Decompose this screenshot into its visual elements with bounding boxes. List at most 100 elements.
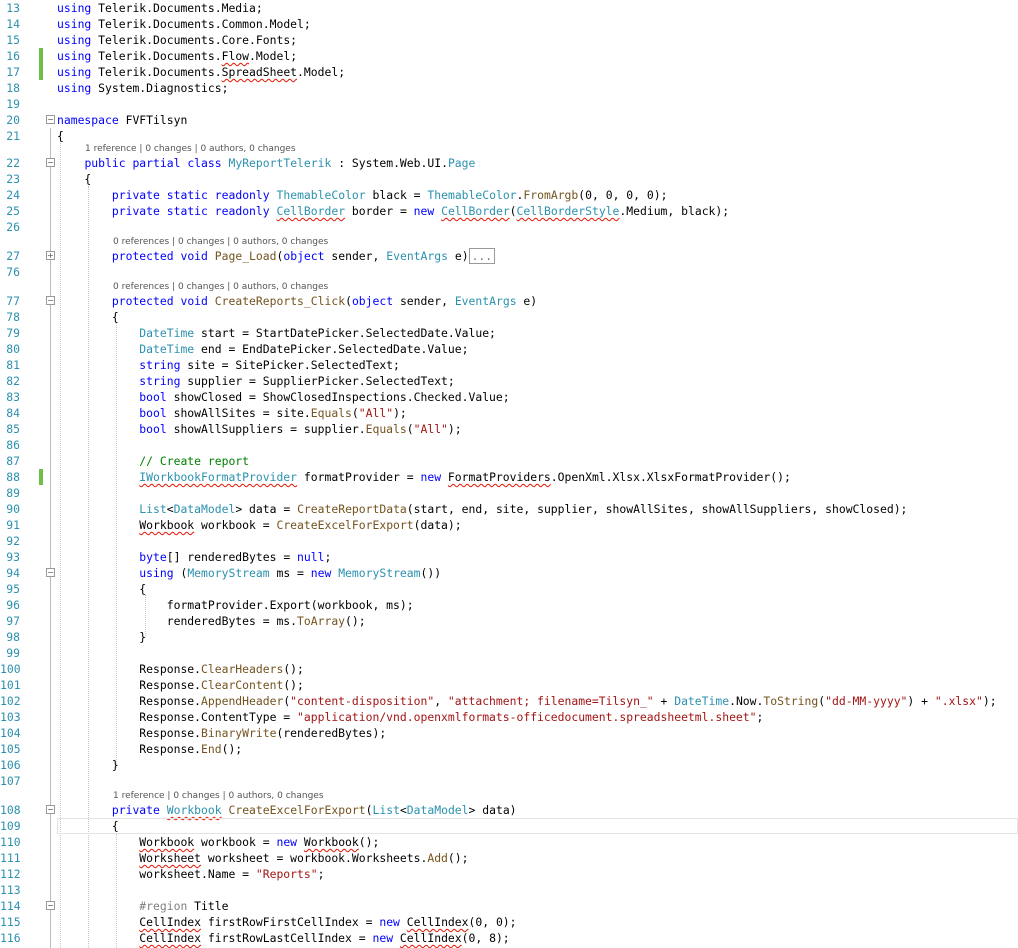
code-text: } [57, 630, 147, 644]
current-line-highlight [57, 818, 1018, 834]
line-number: 106 [0, 758, 21, 772]
line-number: 104 [0, 726, 21, 740]
line-number: 15 [6, 33, 20, 47]
code-line[interactable]: 16 using Telerik.Documents.Flow.Model; [0, 48, 1018, 64]
code-line[interactable]: 17 using Telerik.Documents.SpreadSheet.M… [0, 64, 1018, 80]
code-line[interactable]: 14 using Telerik.Documents.Common.Model; [0, 16, 1018, 32]
code-text: CellIndex firstRowLastCellIndex = new Ce… [139, 931, 510, 945]
code-line[interactable]: 91 Workbook workbook = CreateExcelForExp… [0, 517, 1018, 533]
code-line[interactable]: 92 [0, 533, 1018, 549]
code-line[interactable]: 104 Response.BinaryWrite(renderedBytes); [0, 725, 1018, 741]
code-line[interactable]: 83 bool showClosed = ShowClosedInspectio… [0, 389, 1018, 405]
code-text: private static readonly CellBorder borde… [111, 204, 730, 218]
code-line[interactable]: 97 renderedBytes = ms.ToArray(); [0, 613, 1018, 629]
code-text: using (MemoryStream ms = new MemoryStrea… [139, 566, 442, 580]
code-line[interactable]: 19 [0, 96, 1018, 112]
line-number: 112 [0, 867, 21, 881]
code-line[interactable]: 82 string supplier = SupplierPicker.Sele… [0, 373, 1018, 389]
line-number: 100 [0, 662, 21, 676]
code-line-current[interactable]: 109 { [0, 818, 1018, 834]
code-line[interactable]: 102 Response.AppendHeader("content-dispo… [0, 693, 1018, 709]
code-line[interactable]: 13 using Telerik.Documents.Media; [0, 0, 1018, 16]
code-line[interactable]: 78 { [0, 309, 1018, 325]
code-line[interactable]: 15 using Telerik.Documents.Core.Fonts; [0, 32, 1018, 48]
code-line[interactable]: 89 [0, 485, 1018, 501]
code-line[interactable]: 84 bool showAllSites = site.Equals("All"… [0, 405, 1018, 421]
code-line[interactable]: 20 − namespace FVFTilsyn [0, 112, 1018, 128]
code-line[interactable]: 116 CellIndex firstRowLastCellIndex = ne… [0, 930, 1018, 946]
code-line[interactable]: 95 { [0, 581, 1018, 597]
code-line[interactable]: 105 Response.End(); [0, 741, 1018, 757]
code-line[interactable]: 93 byte[] renderedBytes = null; [0, 549, 1018, 565]
code-text: protected void CreateReports_Click(objec… [111, 294, 538, 308]
code-line[interactable]: 106 } [0, 757, 1018, 773]
codelens-create-excel[interactable]: 1 reference | 0 changes | 0 authors, 0 c… [113, 789, 324, 803]
code-text: Response.ClearContent(); [57, 678, 304, 692]
collapse-toggle-icon[interactable]: − [46, 296, 55, 305]
code-line[interactable]: 87 // Create report [0, 453, 1018, 469]
code-text: using Telerik.Documents.Media; [57, 1, 263, 15]
code-text: // Create report [139, 454, 250, 468]
code-line[interactable]: 23 { [0, 171, 1018, 187]
code-line[interactable]: 96 formatProvider.Export(workbook, ms); [0, 597, 1018, 613]
collapse-toggle-icon[interactable]: − [46, 901, 55, 910]
collapse-toggle-icon[interactable]: − [46, 568, 55, 577]
code-line[interactable]: 113 [0, 882, 1018, 898]
code-line[interactable]: 101 Response.ClearContent(); [0, 677, 1018, 693]
code-line[interactable]: 26 [0, 219, 1018, 235]
code-line[interactable]: 107 [0, 773, 1018, 789]
code-line[interactable]: 80 DateTime end = EndDatePicker.Selected… [0, 341, 1018, 357]
code-line[interactable]: 94 − using (MemoryStream ms = new Memory… [0, 565, 1018, 581]
codelens-page-load[interactable]: 0 references | 0 changes | 0 authors, 0 … [113, 235, 328, 249]
line-number: 109 [0, 819, 21, 833]
code-text: Response.ContentType = "application/vnd.… [57, 710, 764, 724]
collapse-toggle-icon[interactable]: − [46, 158, 55, 167]
code-line[interactable]: 103 Response.ContentType = "application/… [0, 709, 1018, 725]
code-line[interactable]: 114 − #region Title [0, 898, 1018, 914]
code-line[interactable]: 27 + protected void Page_Load(object sen… [0, 248, 1018, 264]
code-line[interactable]: 22 − public partial class MyReportTeleri… [0, 155, 1018, 171]
code-line[interactable]: 88 IWorkbookFormatProvider formatProvide… [0, 469, 1018, 485]
line-number: 19 [6, 97, 20, 111]
code-text: using Telerik.Documents.Flow.Model; [57, 49, 298, 63]
line-number: 82 [6, 374, 20, 388]
collapsed-region-marker[interactable]: ... [468, 248, 496, 264]
code-line[interactable]: 18 using System.Diagnostics; [0, 80, 1018, 96]
code-line[interactable]: 25 private static readonly CellBorder bo… [0, 203, 1018, 219]
code-text: DateTime end = EndDatePicker.SelectedDat… [139, 342, 469, 356]
code-line[interactable]: 115 CellIndex firstRowFirstCellIndex = n… [0, 914, 1018, 930]
code-line[interactable]: 85 bool showAllSuppliers = supplier.Equa… [0, 421, 1018, 437]
code-line[interactable]: 100 Response.ClearHeaders(); [0, 661, 1018, 677]
code-text: Response.AppendHeader("content-dispositi… [57, 694, 997, 708]
codelens-create-reports[interactable]: 0 references | 0 changes | 0 authors, 0 … [113, 280, 328, 294]
code-text: Response.BinaryWrite(renderedBytes); [57, 726, 387, 740]
line-number: 108 [0, 803, 21, 817]
line-number: 88 [6, 470, 20, 484]
code-line[interactable]: 98 } [0, 629, 1018, 645]
code-line[interactable]: 111 Worksheet worksheet = workbook.Works… [0, 850, 1018, 866]
codelens-class[interactable]: 1 reference | 0 changes | 0 authors, 0 c… [85, 142, 296, 156]
code-line[interactable]: 112 worksheet.Name = "Reports"; [0, 866, 1018, 882]
code-line[interactable]: 24 private static readonly ThemableColor… [0, 187, 1018, 203]
line-number: 23 [6, 172, 20, 186]
code-text: IWorkbookFormatProvider formatProvider =… [139, 470, 791, 484]
code-line[interactable]: 81 string site = SitePicker.SelectedText… [0, 357, 1018, 373]
code-line[interactable]: 86 [0, 437, 1018, 453]
expand-toggle-icon[interactable]: + [46, 251, 55, 260]
code-line[interactable]: 90 List<DataModel> data = CreateReportDa… [0, 501, 1018, 517]
code-line[interactable]: 77 − protected void CreateReports_Click(… [0, 293, 1018, 309]
code-editor[interactable]: 13 using Telerik.Documents.Media; 14 usi… [0, 0, 1018, 948]
line-number: 26 [6, 220, 20, 234]
collapse-toggle-icon[interactable]: − [46, 805, 55, 814]
code-text: Response.End(); [57, 742, 243, 756]
code-line[interactable]: 79 DateTime start = StartDatePicker.Sele… [0, 325, 1018, 341]
line-number: 91 [6, 518, 20, 532]
collapse-toggle-icon[interactable]: − [46, 115, 55, 124]
line-number: 89 [6, 486, 20, 500]
code-line[interactable]: 108 − private Workbook CreateExcelForExp… [0, 802, 1018, 818]
code-line[interactable]: 76 [0, 264, 1018, 280]
line-number: 81 [6, 358, 20, 372]
code-line[interactable]: 99 [0, 645, 1018, 661]
code-line[interactable]: 110 Workbook workbook = new Workbook(); [0, 834, 1018, 850]
code-text: Worksheet worksheet = workbook.Worksheet… [139, 851, 469, 865]
